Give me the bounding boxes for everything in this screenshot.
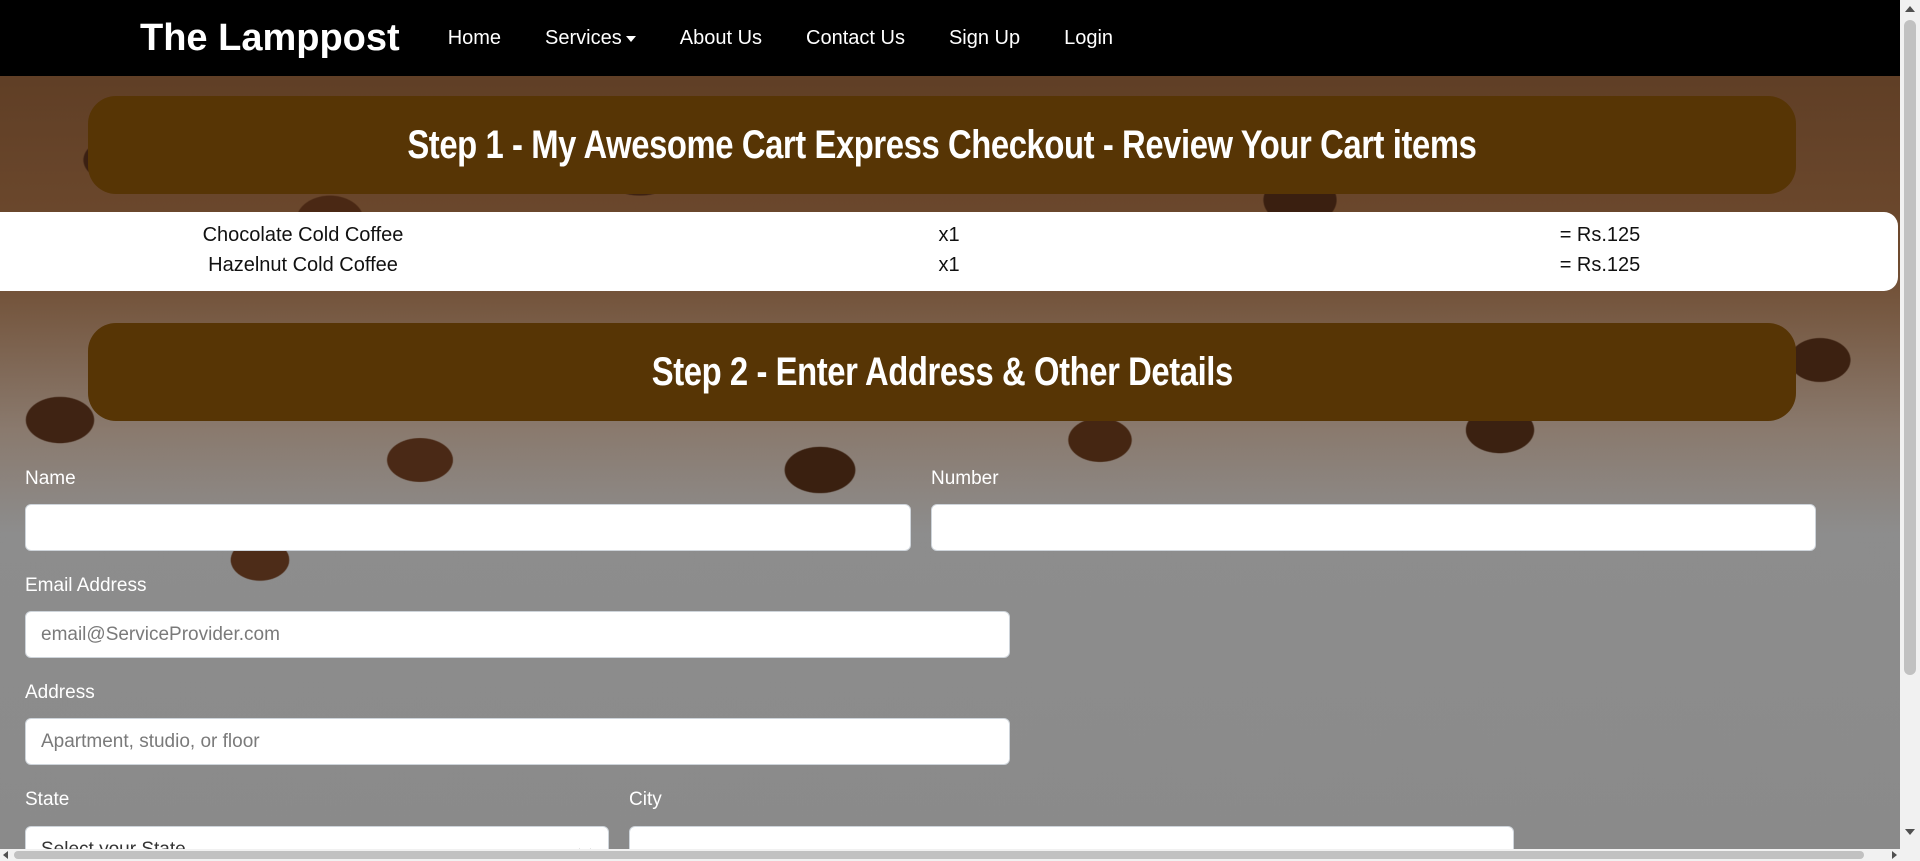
- email-label: Email Address: [25, 575, 147, 596]
- address-input[interactable]: [25, 718, 1010, 765]
- name-input[interactable]: [25, 504, 911, 551]
- cart-item-price: = Rs.125: [1559, 224, 1641, 246]
- nav-link-home-label: Home: [447, 26, 502, 49]
- scroll-right-icon[interactable]: [1892, 851, 1897, 859]
- cart-item-qty: x1: [938, 224, 960, 246]
- state-label: State: [25, 789, 70, 810]
- horizontal-scrollbar-thumb[interactable]: [14, 851, 1864, 859]
- nav-link-login[interactable]: Login: [1042, 27, 1135, 50]
- vertical-scrollbar[interactable]: [1900, 0, 1920, 861]
- name-label: Name: [25, 468, 76, 489]
- step2-banner: Step 2 - Enter Address & Other Details: [88, 323, 1796, 421]
- cart-item-price: = Rs.125: [1559, 254, 1641, 276]
- cart-item-qty: x1: [938, 254, 960, 276]
- scroll-left-icon[interactable]: [3, 851, 8, 859]
- cart-item-name: Chocolate Cold Coffee: [202, 224, 404, 246]
- nav-link-home[interactable]: Home: [426, 27, 523, 50]
- address-label: Address: [25, 682, 95, 703]
- nav-link-signup[interactable]: Sign Up: [927, 27, 1042, 50]
- nav-link-services-label: Services: [545, 26, 622, 49]
- email-input[interactable]: [25, 611, 1010, 658]
- horizontal-scrollbar[interactable]: [0, 849, 1900, 861]
- cart-items-list: Chocolate Cold Coffee x1 = Rs.125 Hazeln…: [0, 212, 1898, 291]
- scroll-up-icon[interactable]: [1905, 6, 1915, 12]
- step2-title: Step 2 - Enter Address & Other Details: [651, 349, 1233, 394]
- top-navbar: The Lamppost Home Services About Us Cont…: [0, 0, 1900, 76]
- brand-logo[interactable]: The Lamppost: [140, 0, 400, 76]
- scroll-down-icon[interactable]: [1905, 829, 1915, 835]
- nav-link-signup-label: Sign Up: [948, 26, 1021, 49]
- step1-banner: Step 1 - My Awesome Cart Express Checkou…: [88, 96, 1796, 194]
- nav-link-login-label: Login: [1064, 26, 1114, 49]
- vertical-scrollbar-thumb[interactable]: [1904, 20, 1916, 675]
- nav-link-services[interactable]: Services: [523, 27, 658, 50]
- step1-title: Step 1 - My Awesome Cart Express Checkou…: [407, 122, 1477, 167]
- cart-item: Hazelnut Cold Coffee x1 = Rs.125: [0, 254, 1898, 284]
- nav-link-about[interactable]: About Us: [658, 27, 784, 50]
- number-input[interactable]: [931, 504, 1816, 551]
- nav-link-contact[interactable]: Contact Us: [784, 27, 927, 50]
- number-label: Number: [931, 468, 999, 489]
- cart-item-name: Hazelnut Cold Coffee: [208, 254, 398, 276]
- nav-link-about-label: About Us: [679, 26, 763, 49]
- nav-link-contact-label: Contact Us: [806, 26, 905, 49]
- cart-item: Chocolate Cold Coffee x1 = Rs.125: [0, 224, 1898, 254]
- dropdown-caret-icon: [625, 36, 636, 42]
- city-label: City: [629, 789, 662, 810]
